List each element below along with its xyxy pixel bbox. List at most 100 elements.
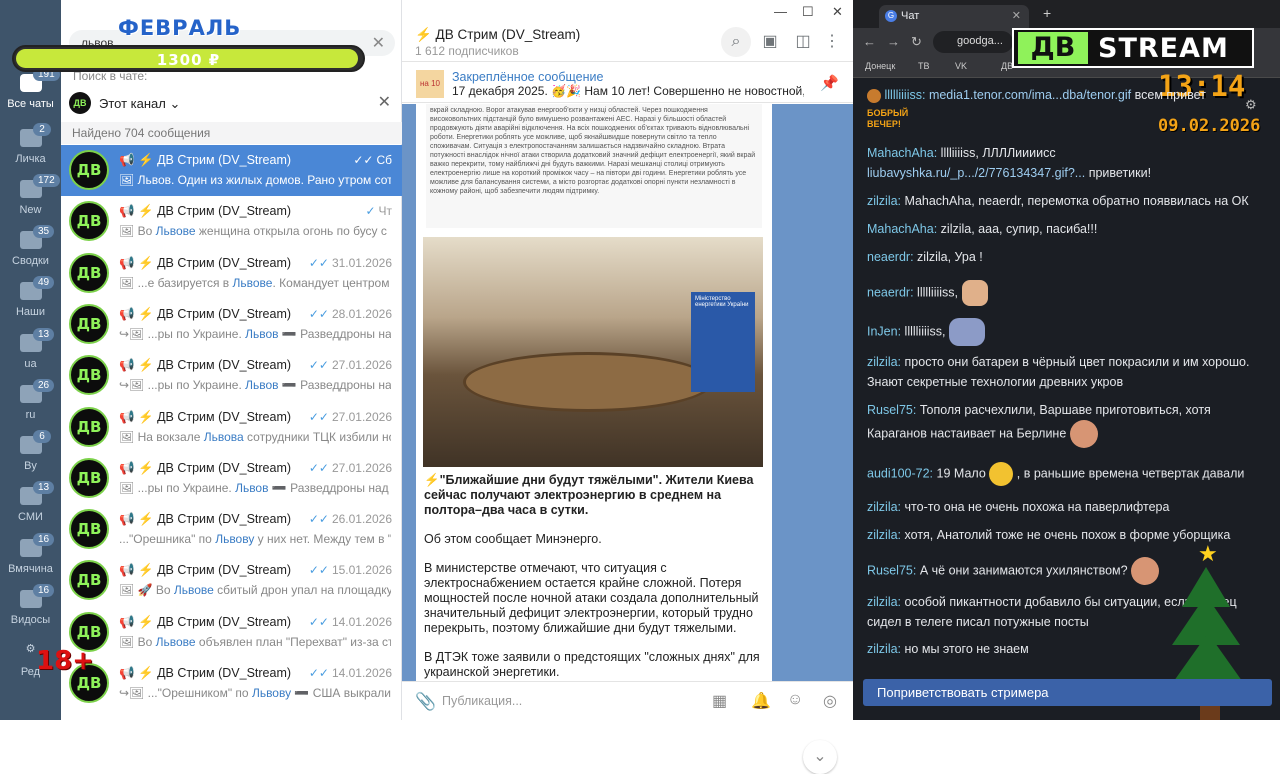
chat-username[interactable]: zilzila:: [867, 355, 901, 369]
result-date-text: 27.01.2026: [331, 460, 392, 475]
folder-new[interactable]: 172 New: [0, 174, 61, 216]
beaver-caption: БОБРЫЙ ВЕЧЕР!: [867, 108, 909, 129]
sidebar-toggle-icon[interactable]: ◫: [788, 27, 818, 57]
scroll-down-button[interactable]: ⌄: [803, 740, 837, 774]
message-bubble[interactable]: вкрай складною. Ворог атакував енергооб'…: [416, 104, 772, 681]
search-highlight: Львове: [232, 275, 273, 290]
chat-username[interactable]: zilzila:: [867, 500, 901, 514]
folder-badge: 49: [33, 276, 55, 289]
folder-nashi[interactable]: 49 Наши: [0, 276, 61, 318]
minimize-icon[interactable]: —: [774, 4, 787, 19]
preview-post: . Командует центром по...: [272, 275, 391, 290]
result-date-text: 27.01.2026: [331, 409, 392, 424]
preview-pre: ↪🖼 ...ры по Украине.: [119, 326, 246, 341]
back-icon[interactable]: ←: [863, 34, 876, 49]
search-result-row[interactable]: ДВ 📢 ⚡ ДВ Стрим (DV_Stream) ✓ Чт 🖼 Во Львове…: [61, 196, 402, 247]
message-photo[interactable]: Міністерство енергетики України: [423, 237, 763, 467]
new-tab-icon[interactable]: +: [1043, 5, 1051, 21]
folder-all-chats[interactable]: 191 Все чаты: [0, 68, 61, 110]
search-result-row[interactable]: ДВ 📢 ⚡ ДВ Стрим (DV_Stream) ✓✓ 14.01.2026 🖼 …: [61, 607, 402, 658]
folder-smi[interactable]: 13 СМИ: [0, 481, 61, 523]
chat-link[interactable]: media1.tenor.com/ima...dba/tenor.gif: [929, 88, 1131, 102]
search-result-row[interactable]: ДВ 📢 ⚡ ДВ Стрим (DV_Stream) ✓✓ 27.01.2026 ↪🖼…: [61, 350, 402, 401]
chat-username[interactable]: zilzila:: [867, 642, 901, 656]
subscriber-count: 1 612 подписчиков: [415, 44, 519, 58]
greet-streamer-button[interactable]: Поприветствовать стримера: [863, 679, 1272, 706]
bookmark-item[interactable]: VK: [955, 61, 967, 71]
chat-username[interactable]: zilzila:: [867, 194, 901, 208]
goal-amount: 1300 ₽: [156, 51, 221, 69]
result-channel-name: 📢 ⚡ ДВ Стрим (DV_Stream): [119, 460, 292, 475]
composer-input[interactable]: Публикация...: [442, 694, 522, 708]
search-result-row[interactable]: ДВ 📢 ⚡ ДВ Стрим (DV_Stream) ✓✓ 15.01.2026 🖼 …: [61, 555, 402, 606]
bookmark-item[interactable]: ТВ: [918, 61, 930, 71]
chat-username[interactable]: neaerdr:: [867, 285, 914, 299]
preview-pre: 🖼 Во: [119, 634, 156, 649]
result-date: ✓✓ 15.01.2026: [309, 563, 392, 577]
reload-icon[interactable]: ↻: [911, 34, 922, 50]
close-window-icon[interactable]: ✕: [832, 4, 843, 20]
chat-message: MahachAha: zilzila, ааа, супир, пасиба!!…: [867, 219, 1262, 239]
bookmark-item[interactable]: Донецк: [865, 61, 895, 71]
chat-username[interactable]: audi100-72:: [867, 466, 933, 480]
chat-username[interactable]: neaerdr:: [867, 250, 914, 264]
url-field[interactable]: goodga...: [933, 31, 1013, 53]
folder-svodki[interactable]: 35 Сводки: [0, 225, 61, 267]
folder-ua[interactable]: 13 ua: [0, 328, 61, 370]
tab-bar: G Чат ✕ +: [853, 0, 1280, 28]
search-result-row[interactable]: ДВ 📢 ⚡ ДВ Стрим (DV_Stream) ✓✓ 31.01.2026 🖼 …: [61, 248, 402, 299]
close-tab-icon[interactable]: ✕: [1012, 9, 1021, 22]
folder-vmyachina[interactable]: 16 Вмячина: [0, 533, 61, 575]
pinned-message-bar[interactable]: на 10 лет Закреплённое сообщение 17 дека…: [402, 63, 853, 116]
chat-text: llllliiiiss,: [904, 324, 946, 339]
search-result-row[interactable]: ДВ 📢 ⚡ ДВ Стрим (DV_Stream) ✓✓ 27.01.2026 🖼 …: [61, 453, 402, 504]
live-stream-icon[interactable]: ▣: [755, 27, 785, 57]
search-result-row[interactable]: ДВ 📢 ⚡ ДВ Стрим (DV_Stream) ✓✓ Сб 🖼 Львов. О…: [61, 145, 402, 196]
chat-username[interactable]: Rusel75:: [867, 563, 916, 577]
chat-username[interactable]: Rusel75:: [867, 403, 916, 417]
chat-text: zilzila, ааа, супир, пасиба!!!: [940, 222, 1098, 236]
chat-link[interactable]: liubavyshka.ru/_p.../2/776134347.gif?...: [867, 166, 1085, 180]
chat-username[interactable]: llllliiiiss:: [884, 88, 925, 102]
search-result-row[interactable]: ДВ 📢 ⚡ ДВ Стрим (DV_Stream) ✓✓ 28.01.2026 ↪🖼…: [61, 299, 402, 350]
pin-icon[interactable]: 📌: [820, 74, 839, 92]
chat-username[interactable]: zilzila:: [867, 528, 901, 542]
chat-text: Тополя расчехлили, Варшаве приготовиться…: [867, 403, 1211, 441]
preview-post: у них нет. Между тем в "Е...: [257, 532, 391, 547]
result-date-text: 26.01.2026: [331, 512, 392, 527]
attach-icon[interactable]: 📎: [415, 692, 436, 712]
read-check-icon: ✓✓: [308, 306, 329, 321]
folder-videos[interactable]: 16 Видосы: [0, 584, 61, 626]
chat-username[interactable]: MahachAha:: [867, 222, 937, 236]
search-result-row[interactable]: ДВ 📢 ⚡ ДВ Стрим (DV_Stream) ✓✓ 27.01.2026 🖼 …: [61, 402, 402, 453]
search-icon[interactable]: ⌕: [721, 27, 751, 57]
browser-tab[interactable]: G Чат ✕: [879, 5, 1029, 28]
search-result-row[interactable]: ДВ 📢 ⚡ ДВ Стрим (DV_Stream) ✓✓ 26.01.2026..…: [61, 504, 402, 555]
preview-post: объявлен план "Перехват" из-за стре...: [198, 634, 391, 649]
emoji-icon[interactable]: ☺: [787, 691, 803, 709]
folder-badge: 6: [33, 430, 51, 443]
maximize-icon[interactable]: ☐: [802, 4, 814, 20]
bell-icon[interactable]: 🔔: [751, 691, 771, 711]
channel-filter[interactable]: ДВ Этот канал ⌄ ✕: [69, 92, 395, 116]
beaver-emote: БОБРЫЙ ВЕЧЕР!: [867, 108, 927, 130]
chat-username[interactable]: zilzila:: [867, 595, 901, 609]
result-preview: ↪🖼 ..."Орешником" по Львову ➖ США выкрал…: [119, 686, 391, 700]
chat-username[interactable]: MahachAha:: [867, 146, 937, 160]
folder-lichka[interactable]: 2 Личка: [0, 123, 61, 165]
result-preview: ↪🖼 ...ры по Украине. Львов ➖ Разведдроны…: [119, 378, 391, 392]
channel-title[interactable]: ⚡ ДВ Стрим (DV_Stream): [415, 27, 580, 43]
search-result-row[interactable]: ДВ 📢 ⚡ ДВ Стрим (DV_Stream) ✓✓ 14.01.2026 ↪🖼…: [61, 658, 402, 709]
more-options-icon[interactable]: ⋮: [817, 27, 847, 57]
folder-ru[interactable]: 26 ru: [0, 379, 61, 421]
logo-stream: STREAM: [1098, 33, 1229, 64]
forward-icon[interactable]: →: [887, 34, 900, 49]
chat-text: хотя, Анатолий тоже не очень похож в фор…: [904, 528, 1231, 542]
close-filter-icon[interactable]: ✕: [378, 92, 391, 112]
folder-by[interactable]: 6 By: [0, 430, 61, 472]
chat-username[interactable]: InJen:: [867, 324, 901, 338]
schedule-icon[interactable]: ▦: [712, 691, 727, 711]
chat-message: audi100-72: 19 Мало , в раньшие времена …: [867, 462, 1262, 486]
clear-search-icon[interactable]: ✕: [372, 33, 385, 53]
camera-icon[interactable]: ◎: [823, 691, 837, 711]
